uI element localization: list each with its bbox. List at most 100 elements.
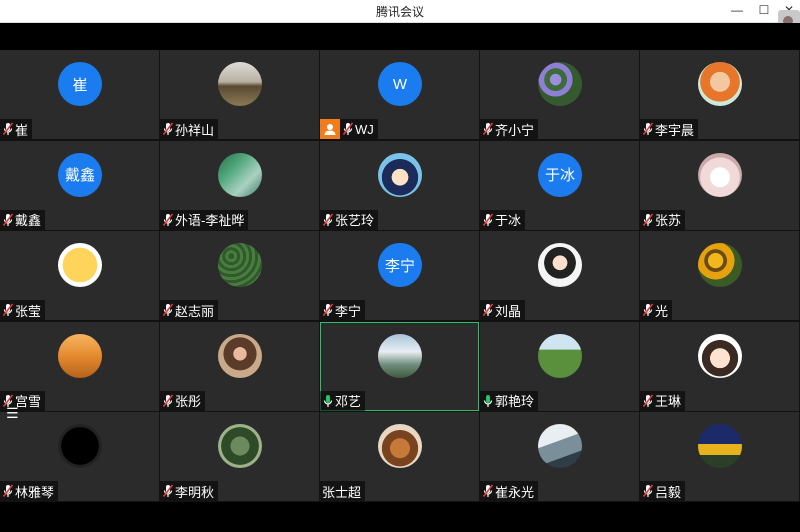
participant-tile[interactable]: 吕毅 bbox=[640, 412, 799, 501]
name-bar: 张莹 bbox=[0, 300, 46, 320]
participant-name: 崔永光 bbox=[495, 484, 535, 500]
microphone-icon bbox=[483, 394, 493, 408]
participant-tile[interactable]: 张彤 bbox=[160, 321, 319, 411]
participant-tile[interactable]: 李宇晨 bbox=[640, 50, 799, 139]
avatar bbox=[218, 62, 262, 106]
microphone-muted-icon bbox=[3, 213, 13, 227]
avatar bbox=[218, 424, 262, 468]
name-bar: 崔永光 bbox=[480, 481, 539, 501]
name-bar: 王琳 bbox=[640, 390, 686, 411]
participant-name: 外语-李祉晔 bbox=[175, 213, 245, 228]
avatar bbox=[538, 243, 582, 287]
name-bar: 孙祥山 bbox=[160, 119, 219, 139]
participant-tile[interactable]: 于冰 于冰 bbox=[480, 140, 639, 230]
name-bar: 戴鑫 bbox=[0, 209, 46, 230]
participant-tile[interactable]: 林雅琴 bbox=[0, 412, 159, 501]
name-bar: 林雅琴 bbox=[0, 481, 59, 501]
name-bar: 外语-李祉晔 bbox=[160, 209, 249, 230]
name-bar: 光 bbox=[640, 300, 673, 320]
participant-grid: 崔崔孙祥山 W WJ 齐小宁 李宇晨戴鑫 戴鑫外语-李祉晔 张艺玲 于冰 于冰张苏张莹 赵志丽 李宁… bbox=[0, 50, 800, 502]
window-title: 腾讯会议 bbox=[375, 5, 424, 19]
avatar bbox=[58, 424, 102, 468]
participant-tile[interactable]: 张士超 bbox=[320, 412, 479, 501]
participant-name: 崔 bbox=[15, 122, 29, 138]
name-bar: 张彤 bbox=[160, 390, 206, 411]
avatar bbox=[538, 62, 582, 106]
name-bar: 张苏 bbox=[640, 209, 686, 230]
participant-tile[interactable]: 李宁 李宁 bbox=[320, 231, 479, 320]
participant-tile[interactable]: 赵志丽 bbox=[160, 231, 319, 320]
participant-tile[interactable]: 崔永光 bbox=[480, 412, 639, 501]
participant-name: 赵志丽 bbox=[175, 303, 215, 319]
participant-name: 张士超 bbox=[322, 484, 362, 500]
participant-tile[interactable]: 宫雪 bbox=[0, 321, 159, 411]
avatar bbox=[218, 333, 262, 378]
participant-tile[interactable]: 崔崔 bbox=[0, 50, 159, 139]
avatar bbox=[698, 333, 742, 378]
microphone-muted-icon bbox=[163, 213, 173, 227]
participant-list-icon[interactable]: ☰ bbox=[6, 405, 28, 425]
participant-tile[interactable]: 光 bbox=[640, 231, 799, 320]
participant-name: 于冰 bbox=[495, 213, 522, 228]
participant-tile[interactable]: 外语-李祉晔 bbox=[160, 140, 319, 230]
participant-name: 吕毅 bbox=[655, 484, 682, 500]
name-bar: 邓艺 bbox=[320, 390, 366, 411]
participant-name: 李明秋 bbox=[175, 484, 215, 500]
avatar bbox=[698, 62, 742, 106]
microphone-muted-icon bbox=[643, 213, 653, 227]
participant-name: 张苏 bbox=[655, 213, 682, 228]
microphone-muted-icon bbox=[643, 394, 653, 408]
host-icon bbox=[320, 119, 340, 139]
participant-name: 林雅琴 bbox=[15, 484, 55, 500]
microphone-muted-icon bbox=[3, 122, 13, 136]
participant-tile[interactable]: 张苏 bbox=[640, 140, 799, 230]
participant-tile[interactable]: 张艺玲 bbox=[320, 140, 479, 230]
minimize-icon[interactable]: — bbox=[728, 2, 746, 18]
microphone-muted-icon bbox=[163, 394, 173, 408]
microphone-muted-icon bbox=[3, 484, 13, 498]
participant-tile[interactable]: 张莹 bbox=[0, 231, 159, 320]
avatar bbox=[378, 333, 422, 378]
participant-name: 李宇晨 bbox=[655, 122, 695, 138]
participant-tile[interactable]: 孙祥山 bbox=[160, 50, 319, 139]
microphone-muted-icon bbox=[323, 213, 333, 227]
participant-tile[interactable]: 王琳 bbox=[640, 321, 799, 411]
microphone-muted-icon bbox=[323, 303, 333, 317]
avatar bbox=[698, 152, 742, 197]
participant-name: 刘晶 bbox=[495, 303, 522, 319]
microphone-muted-icon bbox=[483, 303, 493, 317]
avatar: 李宁 bbox=[378, 243, 422, 287]
participant-name: 李宁 bbox=[335, 303, 362, 319]
microphone-muted-icon bbox=[163, 303, 173, 317]
participant-tile[interactable]: 邓艺 bbox=[320, 321, 479, 411]
participant-tile[interactable]: W WJ bbox=[320, 50, 479, 139]
participant-tile[interactable]: 刘晶 bbox=[480, 231, 639, 320]
maximize-icon[interactable]: ☐ bbox=[755, 2, 773, 18]
top-strip bbox=[0, 23, 800, 50]
avatar bbox=[218, 243, 262, 287]
name-bar: 李宇晨 bbox=[640, 119, 699, 139]
participant-tile[interactable]: 李明秋 bbox=[160, 412, 319, 501]
participant-tile[interactable]: 齐小宁 bbox=[480, 50, 639, 139]
name-bar: WJ bbox=[320, 119, 378, 139]
name-bar: 刘晶 bbox=[480, 300, 526, 320]
participant-name: 张艺玲 bbox=[335, 213, 375, 228]
avatar bbox=[378, 424, 422, 468]
microphone-muted-icon bbox=[343, 122, 353, 136]
microphone-muted-icon bbox=[483, 484, 493, 498]
microphone-muted-icon bbox=[643, 303, 653, 317]
participant-name: 光 bbox=[655, 303, 669, 319]
microphone-icon bbox=[323, 394, 333, 408]
participant-name: 张彤 bbox=[175, 394, 202, 409]
participant-name: 邓艺 bbox=[335, 394, 362, 409]
participant-name: 王琳 bbox=[655, 394, 682, 409]
participant-name: 孙祥山 bbox=[175, 122, 215, 138]
participant-tile[interactable]: 郭艳玲 bbox=[480, 321, 639, 411]
avatar bbox=[698, 424, 742, 468]
avatar bbox=[538, 424, 582, 468]
name-bar: 张士超 bbox=[320, 481, 366, 501]
name-bar: 于冰 bbox=[480, 209, 526, 230]
participant-tile[interactable]: 戴鑫 戴鑫 bbox=[0, 140, 159, 230]
participant-name: 齐小宁 bbox=[495, 122, 535, 138]
bottom-bar bbox=[0, 502, 800, 532]
